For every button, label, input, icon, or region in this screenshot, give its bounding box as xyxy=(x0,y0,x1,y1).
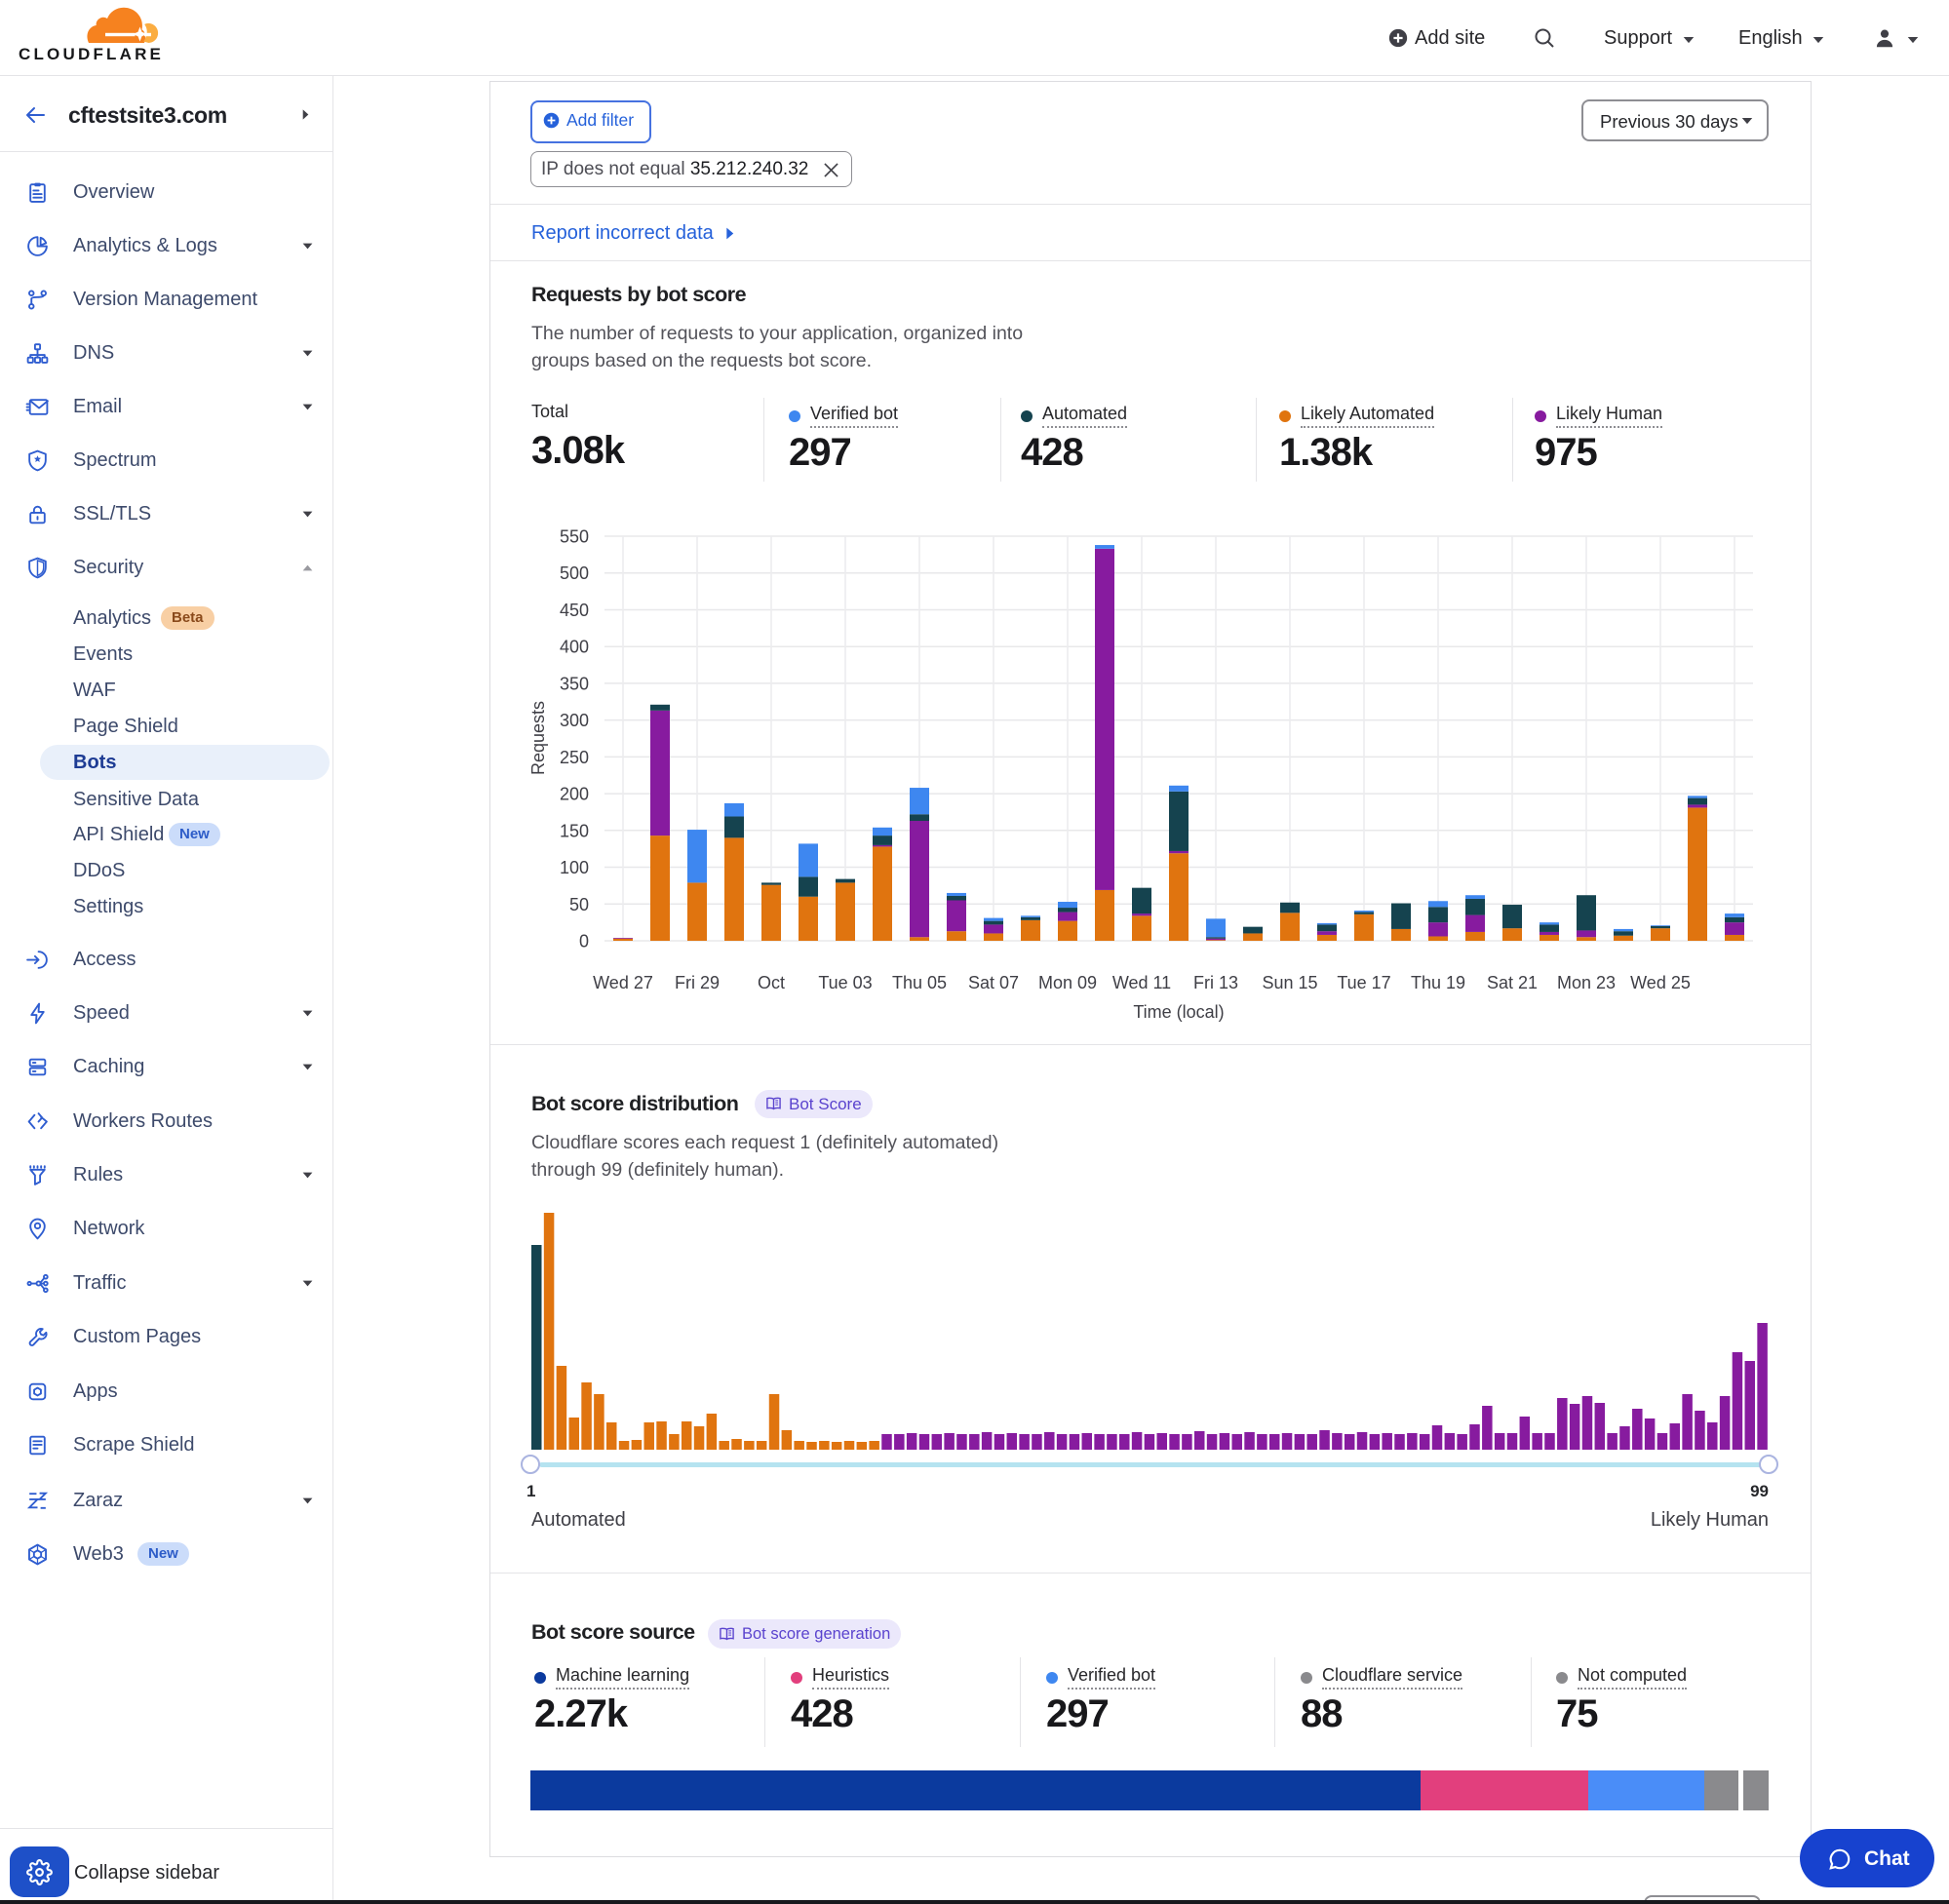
svg-text:0: 0 xyxy=(579,932,589,952)
svg-text:350: 350 xyxy=(560,674,589,693)
svg-text:Mon 23: Mon 23 xyxy=(1557,973,1616,992)
svg-text:400: 400 xyxy=(560,638,589,657)
svg-text:Sat 07: Sat 07 xyxy=(968,973,1019,992)
svg-text:Thu 19: Thu 19 xyxy=(1411,973,1465,992)
svg-text:150: 150 xyxy=(560,821,589,840)
svg-text:Requests: Requests xyxy=(528,701,548,775)
svg-text:200: 200 xyxy=(560,785,589,804)
svg-text:250: 250 xyxy=(560,748,589,767)
svg-text:Wed 25: Wed 25 xyxy=(1630,973,1691,992)
svg-text:50: 50 xyxy=(569,895,589,914)
svg-text:Thu 05: Thu 05 xyxy=(892,973,947,992)
svg-text:Sat 21: Sat 21 xyxy=(1487,973,1538,992)
svg-text:Sun 15: Sun 15 xyxy=(1262,973,1317,992)
svg-text:Mon 09: Mon 09 xyxy=(1038,973,1097,992)
svg-text:100: 100 xyxy=(560,858,589,877)
svg-text:Wed 27: Wed 27 xyxy=(593,973,653,992)
svg-text:300: 300 xyxy=(560,711,589,730)
svg-text:550: 550 xyxy=(560,527,589,547)
svg-text:Fri 13: Fri 13 xyxy=(1193,973,1238,992)
svg-text:Wed 11: Wed 11 xyxy=(1112,973,1171,992)
svg-text:Tue 17: Tue 17 xyxy=(1337,973,1390,992)
svg-text:Tue 03: Tue 03 xyxy=(818,973,872,992)
svg-text:Fri 29: Fri 29 xyxy=(675,973,720,992)
svg-text:500: 500 xyxy=(560,563,589,583)
svg-text:Oct: Oct xyxy=(758,973,785,992)
svg-text:450: 450 xyxy=(560,601,589,620)
svg-text:Time (local): Time (local) xyxy=(1133,1002,1224,1022)
